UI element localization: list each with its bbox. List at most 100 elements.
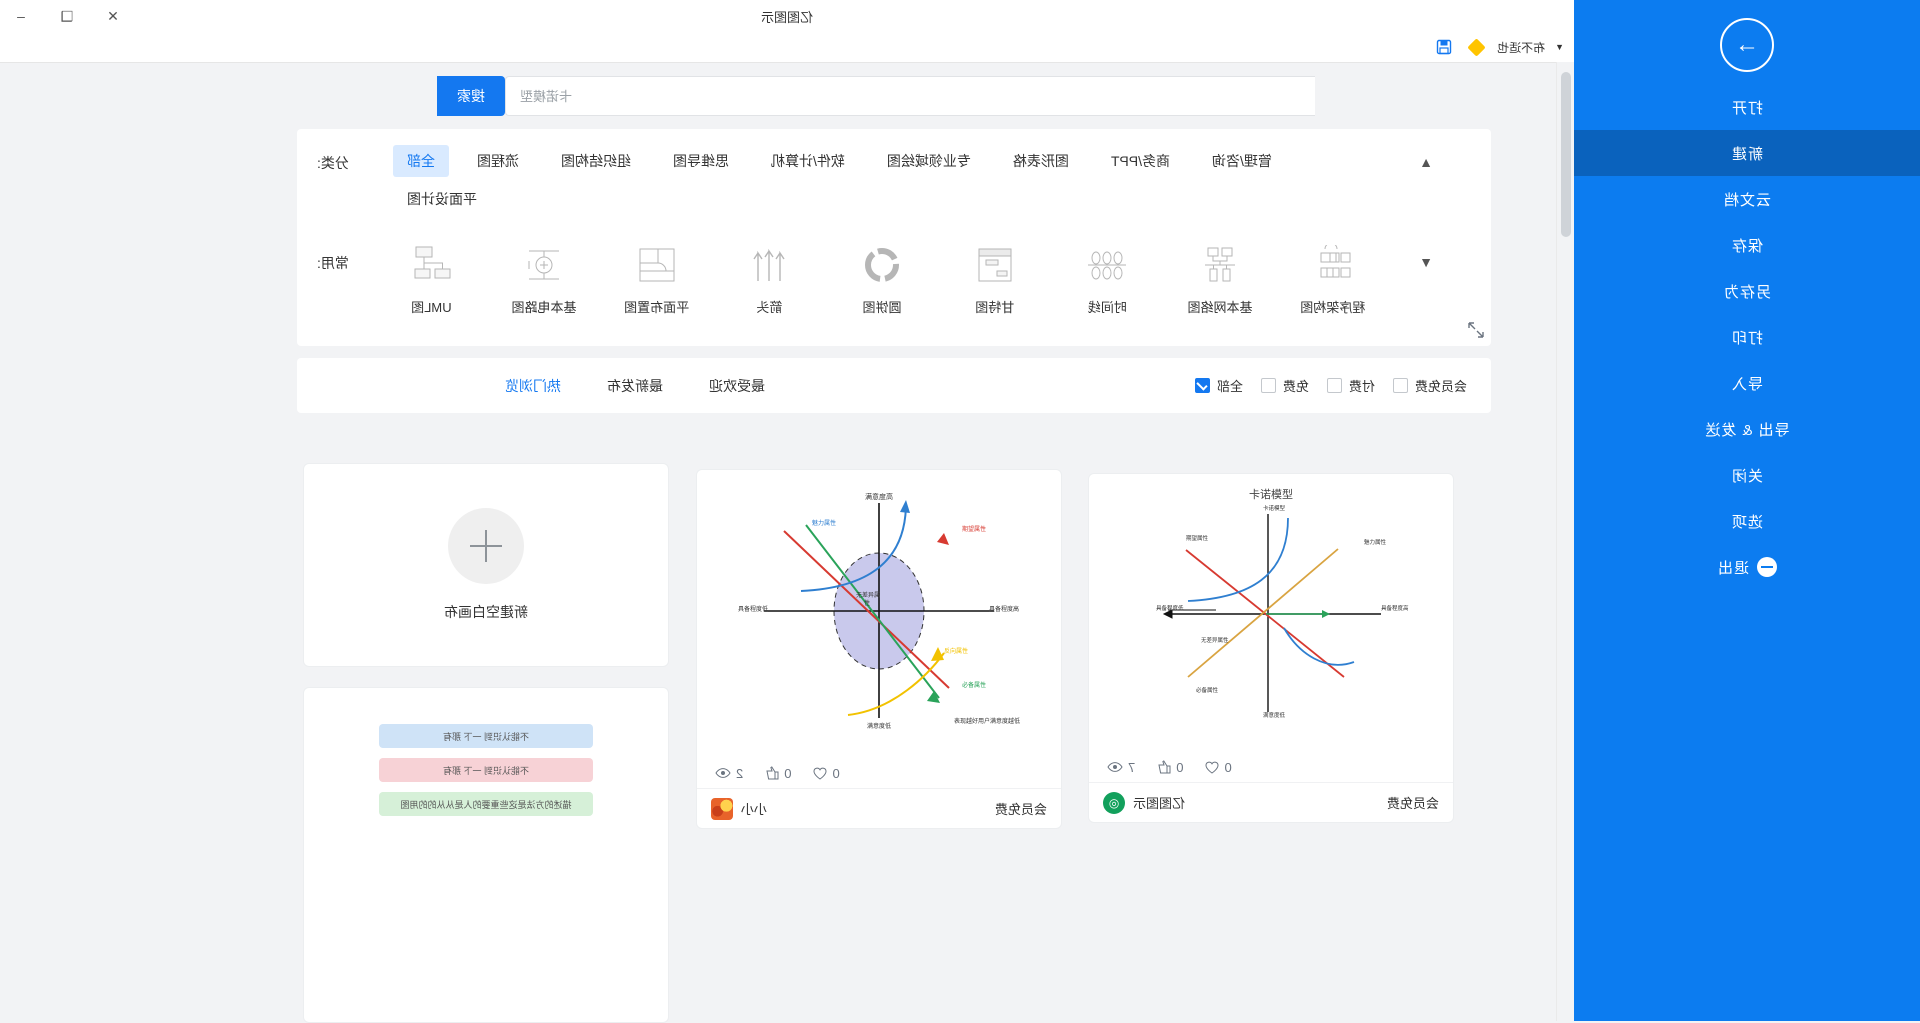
- sort-filter-bar: 热门浏览 最新发布 最受欢迎 全部 免费 付费 会员免费: [297, 358, 1491, 413]
- backstage-item-options[interactable]: 选项: [1574, 498, 1920, 544]
- backstage-item-label: 打开: [1731, 99, 1764, 117]
- category-chip-flowchart[interactable]: 流程图: [463, 145, 533, 177]
- save-icon[interactable]: [1433, 37, 1455, 57]
- common-item-network[interactable]: 基本网络图: [1182, 237, 1259, 316]
- gantt-chart-icon: [956, 237, 1033, 293]
- minimize-icon[interactable]: –: [8, 3, 34, 29]
- sort-most-liked[interactable]: 最受欢迎: [709, 376, 765, 396]
- heart-icon: [1205, 761, 1219, 774]
- backstage-item-export-send[interactable]: 导出 & 发送: [1574, 406, 1920, 452]
- author-name: 亿图图示: [1133, 796, 1186, 811]
- backstage-item-close[interactable]: 关闭: [1574, 452, 1920, 498]
- author-name: 小小: [741, 802, 768, 817]
- quick-access-bar: ▼ 布不适也: [0, 32, 1574, 63]
- diamond-icon[interactable]: [1465, 37, 1487, 57]
- common-item-label: 甘特图: [975, 300, 1015, 315]
- filter-member-free[interactable]: 会员免费: [1392, 376, 1467, 395]
- category-chip-professional[interactable]: 专业领域绘图: [873, 145, 985, 177]
- svg-text:期望属性: 期望属性: [1186, 534, 1209, 542]
- category-label: 分类:: [317, 155, 349, 171]
- backstage-item-label: 云文档: [1723, 191, 1772, 209]
- sort-options: 热门浏览 最新发布 最受欢迎: [505, 358, 765, 413]
- backstage-item-print[interactable]: 打印: [1574, 314, 1920, 360]
- checkbox-icon[interactable]: [1326, 378, 1342, 393]
- svg-text:期望属性: 期望属性: [962, 525, 986, 533]
- favorites-stat: 0: [1205, 759, 1232, 775]
- avatar-icon: [711, 797, 733, 820]
- category-chip-graphic-design[interactable]: 平面设计图: [393, 183, 491, 215]
- search-button[interactable]: 搜索: [437, 76, 505, 116]
- category-chip-graph-table[interactable]: 图形表格: [999, 145, 1083, 177]
- backstage-item-save[interactable]: 保存: [1574, 222, 1920, 268]
- backstage-item-open[interactable]: 打开: [1574, 84, 1920, 130]
- template-thumbnail: 卡诺模型 卡诺模型 魅力属性 期望属性 具备程度高 具备程度低 无差异属性 必备…: [1089, 474, 1453, 740]
- filter-label: 付费: [1348, 379, 1375, 394]
- common-item-arrows[interactable]: 箭头: [731, 237, 808, 316]
- backstage-item-exit[interactable]: 退出: [1574, 544, 1920, 590]
- svg-text:卡诺模型: 卡诺模型: [1263, 504, 1286, 512]
- svg-text:必备属性: 必备属性: [962, 681, 986, 689]
- close-icon[interactable]: ✕: [100, 3, 126, 29]
- template-card[interactable]: 满意度高 具备程度高 具备程度低 满意度低 魅力属性 期望属性 无差异属 性 必…: [696, 469, 1062, 829]
- checkbox-icon[interactable]: [1392, 378, 1408, 393]
- common-item-floor-plan[interactable]: 平面布置图: [618, 237, 695, 316]
- common-row: 常用: UML图 基本电路图 平面布置图 箭头 圆饼图 甘特图 时间线 基本网络…: [297, 237, 1491, 337]
- common-item-gantt[interactable]: 甘特图: [956, 237, 1033, 316]
- svg-text:具备程度高: 具备程度高: [1381, 604, 1409, 612]
- note-template-card[interactable]: 不能认识到 一下 那有 不能认识到 一下 那有 描述的方法是这些重要的人是从从的…: [303, 687, 669, 1023]
- thumb-up-icon: [1157, 760, 1171, 774]
- filter-all[interactable]: 全部: [1194, 376, 1243, 395]
- backstage-item-label: 另存为: [1723, 283, 1772, 301]
- heart-icon: [813, 767, 827, 780]
- backstage-item-save-as[interactable]: 另存为: [1574, 268, 1920, 314]
- new-canvas-card[interactable]: 新建空白画布: [303, 463, 669, 667]
- backstage-item-label: 打印: [1731, 329, 1764, 347]
- floor-plan-icon: [618, 237, 695, 293]
- category-chip-all[interactable]: 全部: [393, 145, 449, 177]
- sort-newest[interactable]: 最新发布: [607, 376, 663, 396]
- checkbox-icon[interactable]: [1194, 378, 1210, 393]
- category-chip-org-chart[interactable]: 组织结构图: [547, 145, 645, 177]
- likes-stat: 0: [1157, 760, 1183, 775]
- status-badge: 会员免费: [994, 802, 1047, 817]
- common-item-circuit[interactable]: 基本电路图: [506, 237, 583, 316]
- filter-paid[interactable]: 付费: [1326, 376, 1375, 395]
- category-chip-mind-map[interactable]: 思维导图: [659, 145, 743, 177]
- checkbox-icon[interactable]: [1260, 378, 1276, 393]
- filter-label: 会员免费: [1414, 379, 1467, 394]
- eye-icon: [1107, 761, 1123, 773]
- sort-popular[interactable]: 热门浏览: [505, 376, 561, 396]
- filter-options: 全部 免费 付费 会员免费: [1194, 358, 1467, 413]
- category-chip-business-ppt[interactable]: 商务/PPT: [1097, 145, 1184, 177]
- svg-text:满意度高: 满意度高: [865, 492, 893, 501]
- svg-text:满意度低: 满意度低: [1263, 711, 1286, 719]
- category-chip-management[interactable]: 管理/咨询: [1198, 145, 1286, 177]
- common-item-program-architecture[interactable]: 程序架构图: [1294, 237, 1371, 316]
- favorites-count: 0: [1224, 759, 1232, 775]
- template-card[interactable]: 卡诺模型 卡诺模型 魅力属性 期望属性 具备程度高 具备程度低 无差异属性 必备…: [1088, 473, 1454, 823]
- expand-arrows-icon[interactable]: [1466, 320, 1486, 340]
- filter-free[interactable]: 免费: [1260, 376, 1309, 395]
- backstage-rail: → 打开 新建 云文档 保存 另存为 打印 导入 导出 & 发送 关闭 选项 退…: [1574, 0, 1920, 1021]
- search-input[interactable]: [505, 76, 1315, 116]
- svg-text:表现越好用户满意度越低: 表现越好用户满意度越低: [954, 717, 1020, 725]
- plus-icon: [448, 508, 524, 584]
- template-thumbnail: 满意度高 具备程度高 具备程度低 满意度低 魅力属性 期望属性 无差异属 性 必…: [697, 470, 1061, 746]
- chevron-down-icon[interactable]: ▼: [1555, 42, 1564, 52]
- timeline-icon: [1069, 237, 1146, 293]
- page-scrollbar[interactable]: [1556, 62, 1574, 1021]
- restore-icon[interactable]: ❑: [54, 3, 80, 29]
- common-item-timeline[interactable]: 时间线: [1069, 237, 1146, 316]
- scrollbar-thumb[interactable]: [1561, 72, 1571, 237]
- arrow-right-icon[interactable]: →: [1720, 18, 1774, 72]
- backstage-item-new[interactable]: 新建: [1574, 130, 1920, 176]
- backstage-item-import[interactable]: 导入: [1574, 360, 1920, 406]
- common-item-pie-chart[interactable]: 圆饼图: [844, 237, 921, 316]
- app-window: → 打开 新建 云文档 保存 另存为 打印 导入 导出 & 发送 关闭 选项 退…: [0, 0, 1920, 1023]
- window-controls: ✕ ❑ –: [8, 0, 126, 32]
- chevron-down-icon[interactable]: ▼: [1417, 253, 1435, 271]
- backstage-item-cloud-docs[interactable]: 云文档: [1574, 176, 1920, 222]
- chevron-up-icon[interactable]: ▲: [1417, 153, 1435, 171]
- category-chip-software[interactable]: 软件/计算机: [757, 145, 859, 177]
- common-item-uml[interactable]: UML图: [393, 237, 470, 316]
